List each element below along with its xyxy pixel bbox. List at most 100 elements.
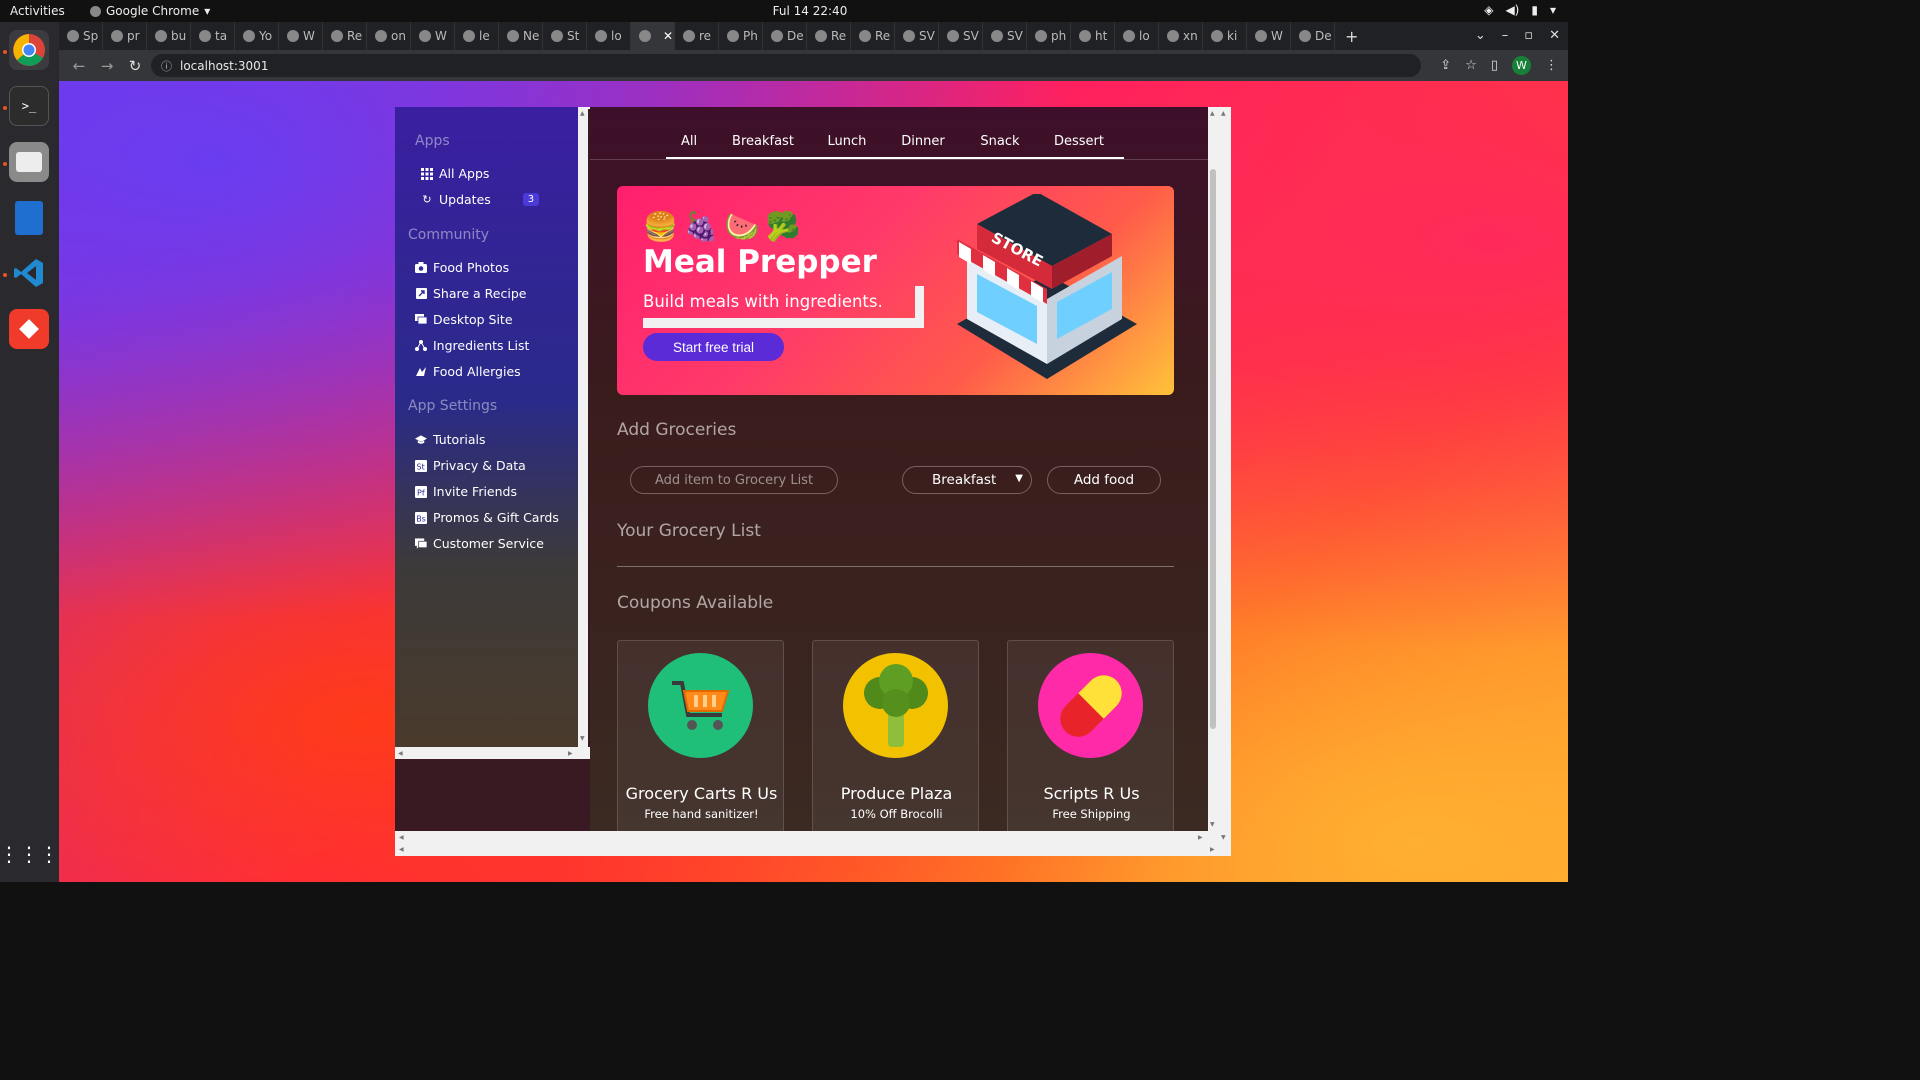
- sidebar-item-privacy-data[interactable]: St Privacy & Data: [415, 458, 526, 473]
- browser-tab[interactable]: bu: [147, 22, 191, 50]
- browser-tab[interactable]: Yo: [235, 22, 279, 50]
- close-window-icon[interactable]: ✕: [1549, 28, 1560, 43]
- coupon-card[interactable]: Scripts R Us Free Shipping: [1007, 640, 1174, 840]
- tab-title: bu: [171, 29, 187, 43]
- share-icon[interactable]: ⇪: [1440, 58, 1451, 73]
- start-free-trial-button[interactable]: Start free trial: [643, 333, 784, 361]
- browser-tab[interactable]: W: [1247, 22, 1291, 50]
- clock[interactable]: Ful 14 22:40: [760, 4, 860, 18]
- sidebar-item-customer-service[interactable]: Customer Service: [415, 536, 544, 551]
- add-food-button[interactable]: Add food: [1047, 466, 1161, 494]
- sidebar-item-tutorials[interactable]: Tutorials: [415, 432, 485, 447]
- browser-tab[interactable]: W: [411, 22, 455, 50]
- terminal-dock-icon[interactable]: >_: [9, 86, 49, 126]
- forward-icon[interactable]: →: [99, 57, 115, 75]
- chrome-dock-icon[interactable]: [9, 30, 49, 70]
- anydesk-dock-icon[interactable]: [9, 309, 49, 349]
- browser-tab[interactable]: SV: [895, 22, 939, 50]
- chrome-menu-icon[interactable]: ⋮: [1545, 58, 1558, 73]
- tab-favicon-icon: [463, 30, 475, 42]
- frame-vertical-scrollbar[interactable]: ▲ ▼: [1218, 107, 1231, 856]
- profile-avatar[interactable]: W: [1512, 56, 1531, 75]
- browser-tab[interactable]: Re: [807, 22, 851, 50]
- meal-type-select[interactable]: Breakfast ▼: [902, 466, 1032, 494]
- browser-tab[interactable]: St: [543, 22, 587, 50]
- browser-tab[interactable]: Sp: [59, 22, 103, 50]
- sidebar-item-food-allergies[interactable]: Food Allergies: [415, 364, 521, 379]
- browser-tab[interactable]: on: [367, 22, 411, 50]
- sidebar-horizontal-scrollbar[interactable]: ◀ ▶: [395, 747, 590, 759]
- browser-tab[interactable]: Ph: [719, 22, 763, 50]
- browser-tab[interactable]: lo: [1115, 22, 1159, 50]
- tab-lunch[interactable]: Lunch: [814, 125, 880, 157]
- browser-tab[interactable]: Re: [323, 22, 367, 50]
- files-dock-icon[interactable]: [9, 142, 49, 182]
- browser-tab[interactable]: W: [279, 22, 323, 50]
- writer-dock-icon[interactable]: [9, 198, 49, 238]
- browser-tab[interactable]: De: [1291, 22, 1335, 50]
- sidebar-vertical-scrollbar[interactable]: ▲ ▼: [578, 107, 588, 747]
- browser-tab[interactable]: Re: [851, 22, 895, 50]
- tab-title: SV: [919, 29, 935, 43]
- new-tab-button[interactable]: +: [1345, 27, 1358, 46]
- system-tray[interactable]: ◈ ◀) ▮ ▾: [1484, 3, 1556, 17]
- site-info-icon[interactable]: ⓘ: [161, 58, 172, 74]
- browser-tab[interactable]: xn: [1159, 22, 1203, 50]
- url-text: localhost:3001: [180, 58, 269, 73]
- main-vertical-scrollbar[interactable]: ▲ ▼: [1208, 107, 1218, 831]
- browser-tab[interactable]: ta: [191, 22, 235, 50]
- sidebar-item-invite-friends[interactable]: Pf Invite Friends: [415, 484, 517, 499]
- sidebar-item-desktop-site[interactable]: Desktop Site: [415, 312, 513, 327]
- sidebar-item-updates[interactable]: ↻ Updates 3: [421, 192, 540, 207]
- maximize-icon[interactable]: ▫: [1524, 28, 1533, 43]
- toolbar-actions: ⇪ ☆ ▯ W ⋮: [1440, 56, 1558, 75]
- browser-tab[interactable]: Ne: [499, 22, 543, 50]
- browser-tab[interactable]: lo: [587, 22, 631, 50]
- sidebar-item-food-photos[interactable]: Food Photos: [415, 260, 509, 275]
- minimize-icon[interactable]: –: [1502, 28, 1509, 43]
- browser-tab[interactable]: ph: [1027, 22, 1071, 50]
- tab-search-icon[interactable]: ⌄: [1475, 28, 1486, 43]
- subtitle-vertical-scrollbar[interactable]: [915, 286, 924, 328]
- close-tab-icon[interactable]: ✕: [663, 29, 673, 43]
- show-apps-icon[interactable]: ⋮⋮⋮: [0, 834, 59, 874]
- grocery-item-input[interactable]: [630, 466, 838, 494]
- tab-title: Re: [347, 29, 363, 43]
- reload-icon[interactable]: ↻: [127, 57, 143, 75]
- browser-tab[interactable]: De: [763, 22, 807, 50]
- sidebar-item-promos-gift-cards[interactable]: Bs Promos & Gift Cards: [415, 510, 559, 525]
- meal-tabs: All Breakfast Lunch Dinner Snack Dessert: [666, 125, 1124, 159]
- coupon-deal: Free Shipping: [1052, 807, 1131, 821]
- vscode-dock-icon[interactable]: [9, 253, 49, 293]
- sidebar-section-community: Community: [408, 227, 490, 243]
- browser-tab[interactable]: ✕: [631, 22, 675, 50]
- chrome-app-icon: [90, 5, 101, 17]
- tab-snack[interactable]: Snack: [966, 125, 1034, 157]
- tab-all[interactable]: All: [666, 125, 712, 157]
- browser-tab[interactable]: ht: [1071, 22, 1115, 50]
- sidebar-item-ingredients-list[interactable]: Ingredients List: [415, 338, 529, 353]
- browser-tab[interactable]: le: [455, 22, 499, 50]
- sidebar-item-share-recipe[interactable]: Share a Recipe: [415, 286, 526, 301]
- browser-tab[interactable]: re: [675, 22, 719, 50]
- side-panel-icon[interactable]: ▯: [1491, 58, 1498, 73]
- coupon-card[interactable]: Grocery Carts R Us Free hand sanitizer!: [617, 640, 784, 840]
- browser-tab[interactable]: ki: [1203, 22, 1247, 50]
- scrollbar-thumb[interactable]: [1210, 169, 1216, 729]
- subtitle-horizontal-scrollbar[interactable]: [643, 318, 915, 328]
- browser-tab[interactable]: SV: [983, 22, 1027, 50]
- omnibox[interactable]: ⓘ localhost:3001: [151, 54, 1421, 77]
- tab-breakfast[interactable]: Breakfast: [712, 125, 814, 157]
- tabs-divider: [590, 159, 1208, 160]
- browser-tab[interactable]: SV: [939, 22, 983, 50]
- browser-tab[interactable]: pr: [103, 22, 147, 50]
- back-icon[interactable]: ←: [71, 57, 87, 75]
- tab-dinner[interactable]: Dinner: [880, 125, 966, 157]
- sidebar-item-all-apps[interactable]: All Apps: [421, 166, 489, 181]
- frame-horizontal-scrollbar[interactable]: ◀ ◀ ▶ ▶: [395, 831, 1218, 856]
- activities-button[interactable]: Activities: [10, 4, 65, 18]
- tab-dessert[interactable]: Dessert: [1034, 125, 1124, 157]
- bookmark-star-icon[interactable]: ☆: [1465, 58, 1477, 73]
- app-menu[interactable]: Google Chrome ▾: [90, 4, 210, 18]
- coupon-card[interactable]: Produce Plaza 10% Off Brocolli: [812, 640, 979, 840]
